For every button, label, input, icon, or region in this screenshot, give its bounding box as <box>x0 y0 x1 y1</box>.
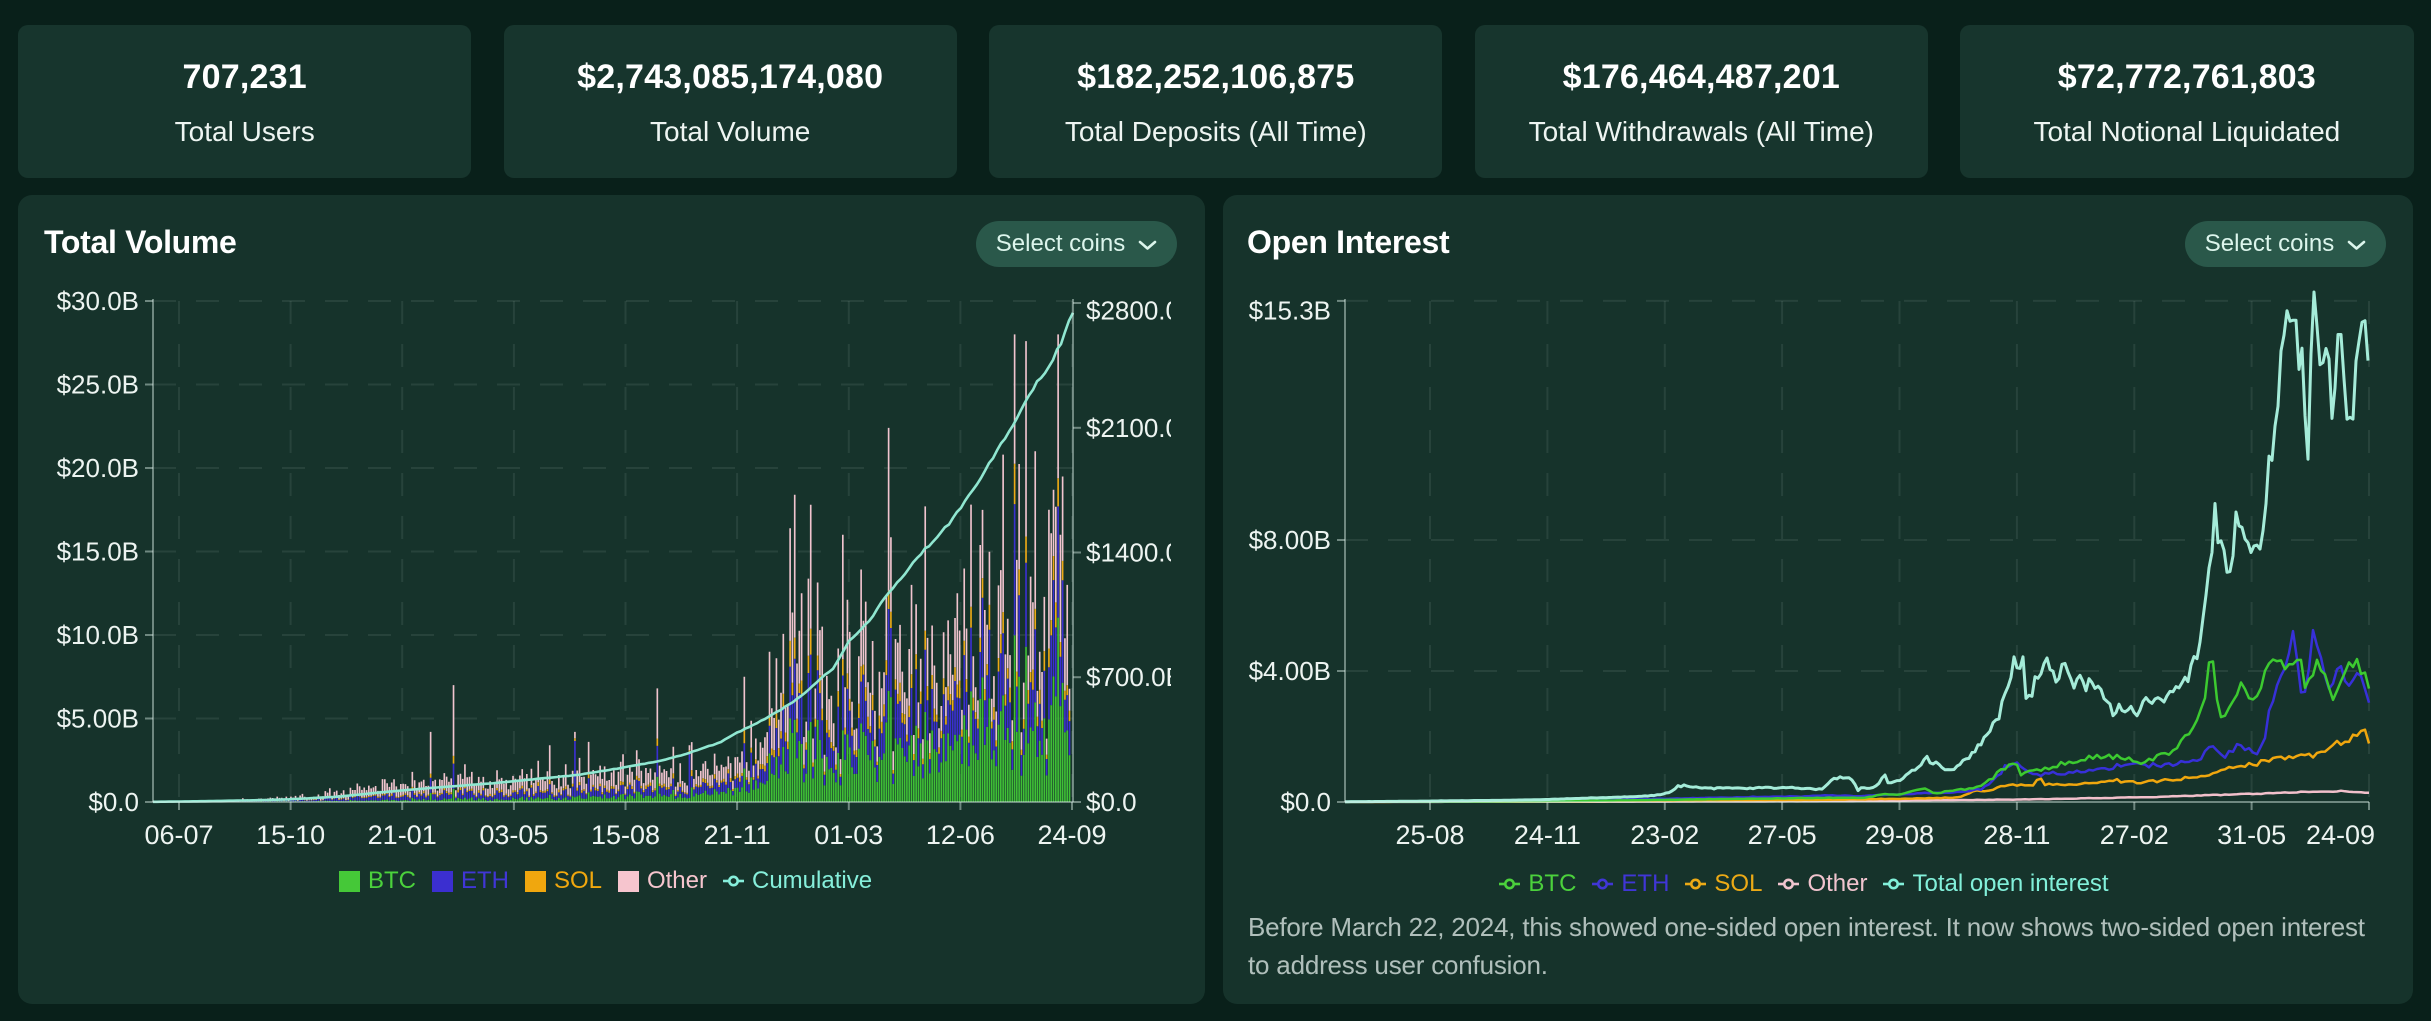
svg-text:27-05: 27-05 <box>1748 820 1817 850</box>
svg-text:01-03: 01-03 <box>814 820 883 850</box>
svg-text:$2100.0B: $2100.0B <box>1086 413 1197 443</box>
svg-text:$5.00B: $5.00B <box>57 704 139 734</box>
svg-text:25-08: 25-08 <box>1395 820 1464 850</box>
svg-text:$0.0: $0.0 <box>88 787 139 817</box>
svg-text:21-11: 21-11 <box>704 820 771 850</box>
svg-text:15-10: 15-10 <box>256 820 325 850</box>
svg-text:$10.0B: $10.0B <box>57 620 139 650</box>
svg-text:$8.00B: $8.00B <box>1249 525 1331 555</box>
svg-text:12-06: 12-06 <box>926 820 995 850</box>
svg-text:$0.0: $0.0 <box>1280 787 1331 817</box>
svg-text:27-02: 27-02 <box>2100 820 2169 850</box>
svg-text:$15.0B: $15.0B <box>57 537 139 567</box>
svg-text:$700.0B: $700.0B <box>1086 662 1183 692</box>
svg-text:23-02: 23-02 <box>1630 820 1699 850</box>
svg-text:06-07: 06-07 <box>144 820 213 850</box>
svg-text:$25.0B: $25.0B <box>57 370 139 400</box>
svg-text:24-09: 24-09 <box>2306 820 2375 850</box>
svg-text:28-11: 28-11 <box>1983 820 2050 850</box>
svg-text:$1400.0B: $1400.0B <box>1086 538 1197 568</box>
svg-text:$0.0: $0.0 <box>1086 787 1137 817</box>
svg-text:24-11: 24-11 <box>1514 820 1581 850</box>
svg-text:$30.0B: $30.0B <box>57 286 139 316</box>
svg-text:24-09: 24-09 <box>1037 820 1106 850</box>
svg-text:15-08: 15-08 <box>591 820 660 850</box>
svg-text:$15.3B: $15.3B <box>1249 296 1331 326</box>
svg-text:29-08: 29-08 <box>1865 820 1934 850</box>
svg-text:$2800.0B: $2800.0B <box>1086 296 1197 326</box>
svg-text:21-01: 21-01 <box>368 820 437 850</box>
svg-text:$20.0B: $20.0B <box>57 453 139 483</box>
svg-text:31-05: 31-05 <box>2217 820 2286 850</box>
svg-text:$4.00B: $4.00B <box>1249 656 1331 686</box>
svg-text:03-05: 03-05 <box>479 820 548 850</box>
